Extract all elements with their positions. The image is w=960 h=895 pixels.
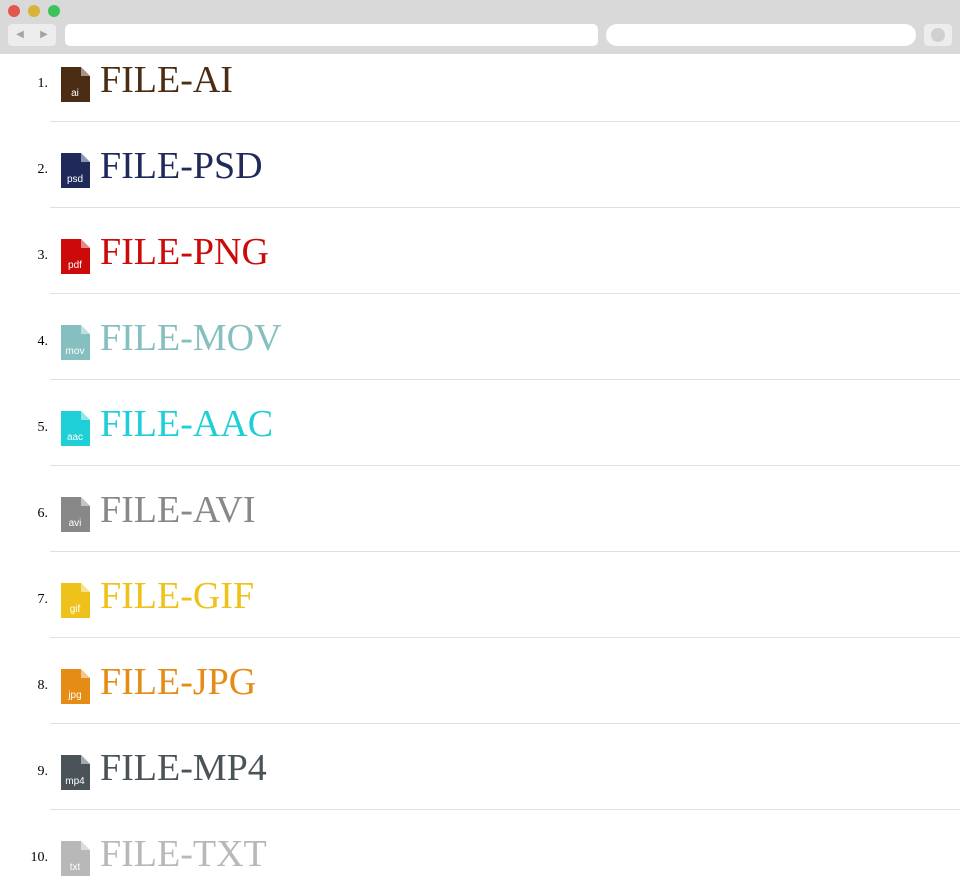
list-item: 3. pdf FILE-PNG <box>38 208 960 294</box>
item-number: 1. <box>37 76 49 91</box>
item-number: 4. <box>37 334 49 349</box>
file-psd-icon: psd <box>61 153 90 188</box>
list-item: 6. avi FILE-AVI <box>38 466 960 552</box>
list-item: 1. ai FILE-AI <box>38 36 960 122</box>
maximize-window-button[interactable] <box>48 5 60 17</box>
file-icon-ext: aac <box>67 432 83 443</box>
file-link[interactable]: FILE-AI <box>100 58 233 102</box>
close-window-button[interactable] <box>8 5 20 17</box>
back-arrow-icon[interactable]: ◀ <box>8 24 32 46</box>
file-link[interactable]: FILE-GIF <box>100 574 254 618</box>
file-jpg-icon: jpg <box>61 669 90 704</box>
file-txt-icon: txt <box>61 841 90 876</box>
file-link[interactable]: FILE-MP4 <box>100 746 267 790</box>
item-number: 9. <box>37 764 49 779</box>
file-link[interactable]: FILE-PNG <box>100 230 269 274</box>
file-icon-ext: mp4 <box>65 776 85 787</box>
item-number: 3. <box>37 248 49 263</box>
item-number: 2. <box>37 162 49 177</box>
file-icon-ext: pdf <box>68 260 82 271</box>
file-icon-ext: avi <box>69 518 82 529</box>
list-item: 10. txt FILE-TXT <box>31 810 960 895</box>
item-number: 10. <box>30 850 49 865</box>
item-number: 5. <box>37 420 49 435</box>
file-gif-icon: gif <box>61 583 90 618</box>
item-number: 6. <box>37 506 49 521</box>
file-icon-ext: jpg <box>67 690 81 701</box>
list-item: 4. mov FILE-MOV <box>38 294 960 380</box>
file-link[interactable]: FILE-AVI <box>100 488 256 532</box>
file-icon-ext: ai <box>71 88 79 99</box>
item-number: 7. <box>37 592 49 607</box>
list-item: 7. gif FILE-GIF <box>38 552 960 638</box>
item-number: 8. <box>37 678 49 693</box>
list-item: 5. aac FILE-AAC <box>38 380 960 466</box>
file-icon-ext: mov <box>66 346 85 357</box>
file-icon-ext: gif <box>70 604 81 615</box>
file-link[interactable]: FILE-AAC <box>100 402 273 446</box>
list-item: 9. mp4 FILE-MP4 <box>38 724 960 810</box>
file-mov-icon: mov <box>61 325 90 360</box>
minimize-window-button[interactable] <box>28 5 40 17</box>
list-item: 2. psd FILE-PSD <box>38 122 960 208</box>
list-item: 8. jpg FILE-JPG <box>38 638 960 724</box>
file-mp4-icon: mp4 <box>61 755 90 790</box>
file-list: 1. ai FILE-AI 2. psd FILE-PSD 3. pdf FILE-PNG 4. m… <box>31 36 960 895</box>
navigation-buttons: ◀ ▶ <box>8 24 56 46</box>
file-ai-icon: ai <box>61 67 90 102</box>
file-aac-icon: aac <box>61 411 90 446</box>
file-icon-ext: txt <box>70 862 81 873</box>
file-link[interactable]: FILE-MOV <box>100 316 282 360</box>
file-link[interactable]: FILE-JPG <box>100 660 256 704</box>
file-link[interactable]: FILE-TXT <box>100 832 267 876</box>
file-icon-ext: psd <box>67 174 83 185</box>
file-pdf-icon: pdf <box>61 239 90 274</box>
file-link[interactable]: FILE-PSD <box>100 144 263 188</box>
file-avi-icon: avi <box>61 497 90 532</box>
